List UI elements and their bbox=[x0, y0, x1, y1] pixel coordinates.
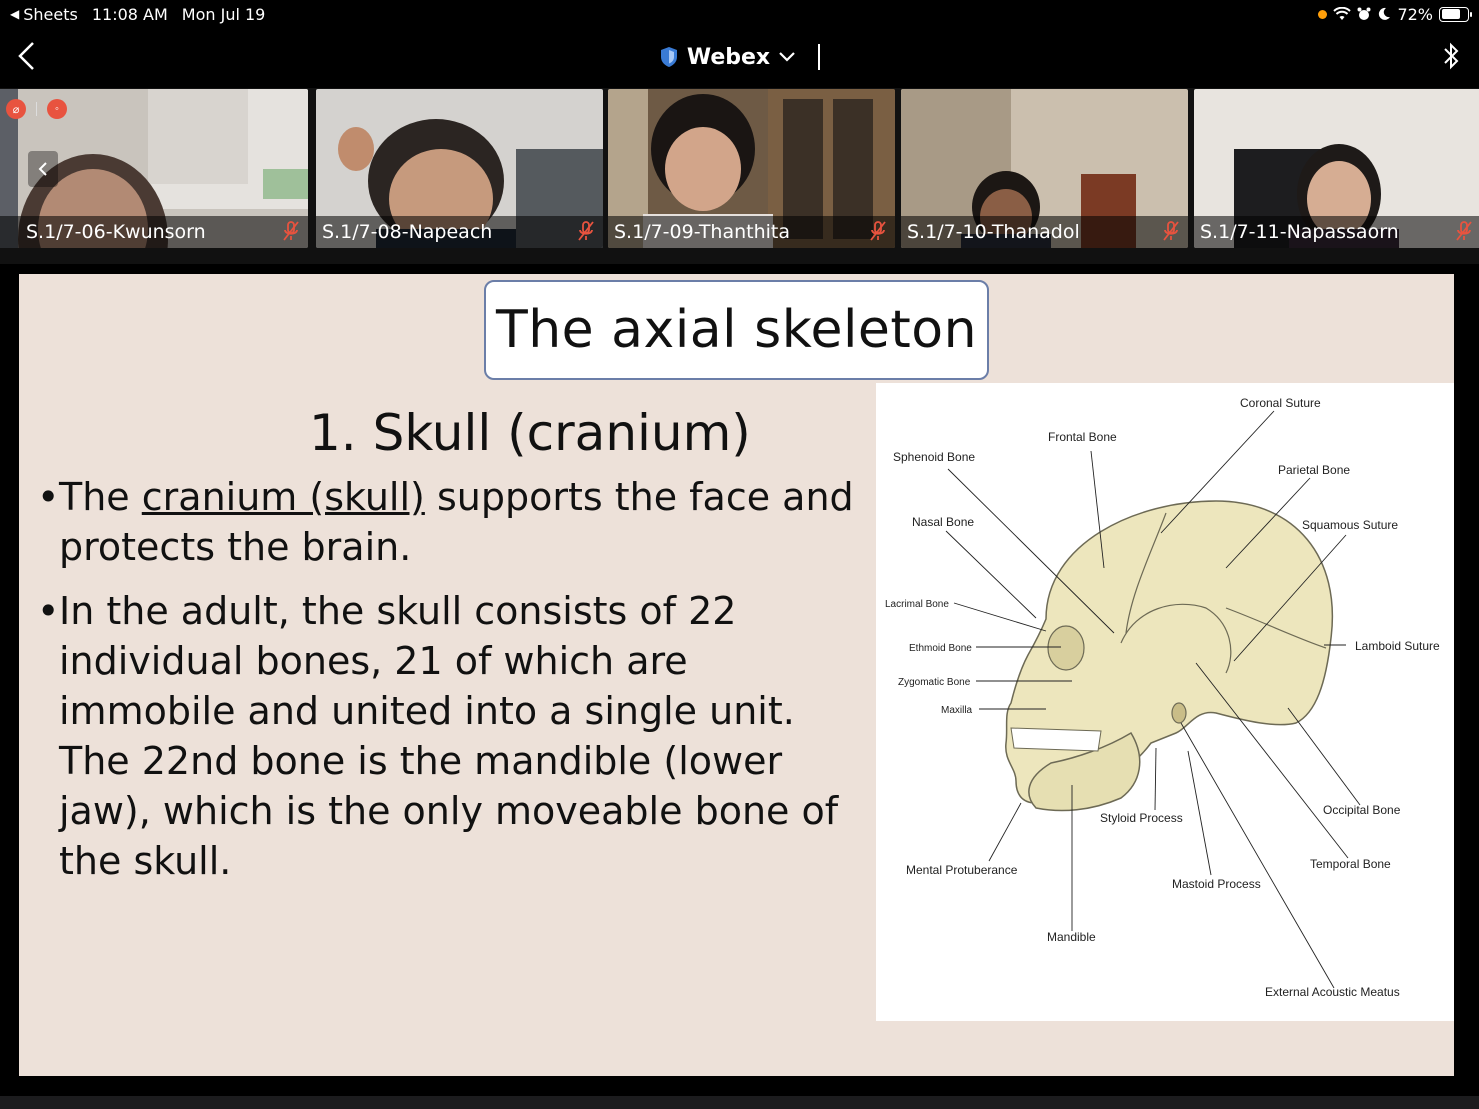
bullet-text: The bbox=[59, 475, 142, 519]
bullet-list: The cranium (skull) supports the face an… bbox=[37, 472, 867, 900]
participant-tile[interactable]: S.1/7-10-Thanadol bbox=[901, 89, 1188, 248]
diagram-label: Ethmoid Bone bbox=[909, 643, 972, 654]
participant-strip: ⌀ ◦ S.1/7-06-Kwunsorn S.1/7-08-Napeach S… bbox=[0, 88, 1479, 264]
header-divider bbox=[818, 44, 821, 70]
diagram-label: Frontal Bone bbox=[1048, 430, 1117, 444]
diagram-label: External Acoustic Meatus bbox=[1265, 985, 1400, 999]
mic-muted-icon bbox=[578, 221, 594, 241]
shield-icon bbox=[660, 47, 677, 67]
chevron-left-icon bbox=[38, 162, 47, 176]
participant-name: S.1/7-10-Thanadol bbox=[907, 221, 1080, 243]
back-to-app-link[interactable]: ◀ Sheets bbox=[10, 5, 78, 24]
back-app-label: Sheets bbox=[23, 4, 78, 24]
bullet-item: In the adult, the skull consists of 22 i… bbox=[37, 586, 867, 886]
section-heading: 1. Skull (cranium) bbox=[309, 404, 751, 462]
underlined-term: cranium (skull) bbox=[141, 475, 425, 519]
battery-percent: 72% bbox=[1397, 4, 1433, 24]
orbit-shape bbox=[1047, 625, 1085, 671]
diagram-label: Occipital Bone bbox=[1323, 803, 1401, 817]
mic-muted-icon bbox=[283, 221, 299, 241]
mic-in-use-indicator-icon bbox=[1318, 9, 1328, 19]
participant-tile[interactable]: S.1/7-09-Thanthita bbox=[608, 89, 895, 248]
status-bar: ◀ Sheets 11:08 AM Mon Jul 19 72% bbox=[0, 0, 1479, 28]
participant-name: S.1/7-11-Napassaorn bbox=[1200, 221, 1399, 243]
bottom-toolbar-edge bbox=[0, 1096, 1479, 1109]
bluetooth-icon[interactable] bbox=[1441, 40, 1461, 72]
meeting-header: Webex bbox=[0, 28, 1479, 86]
slide-title-box: The axial skeleton bbox=[484, 280, 989, 380]
wifi-icon bbox=[1333, 7, 1352, 20]
slide-title: The axial skeleton bbox=[495, 300, 978, 360]
diagram-label: Lamboid Suture bbox=[1355, 639, 1440, 653]
diagram-label: Squamous Suture bbox=[1302, 518, 1398, 532]
meeting-title-dropdown[interactable]: Webex bbox=[659, 44, 821, 70]
bullet-text: In the adult, the skull consists of 22 i… bbox=[59, 589, 839, 883]
alarm-icon bbox=[1357, 7, 1371, 20]
diagram-label: Mental Protuberance bbox=[906, 863, 1018, 877]
teeth-shape bbox=[1010, 727, 1102, 752]
diagram-label: Sphenoid Bone bbox=[893, 450, 975, 464]
skull-illustration: Coronal Suture Frontal Bone Sphenoid Bon… bbox=[885, 396, 1440, 999]
diagram-label: Lacrimal Bone bbox=[885, 599, 949, 610]
diagram-label: Zygomatic Bone bbox=[898, 677, 971, 688]
chevron-left-icon[interactable] bbox=[14, 40, 40, 72]
diagram-label: Nasal Bone bbox=[912, 515, 974, 529]
status-date: Mon Jul 19 bbox=[181, 4, 266, 24]
participant-name: S.1/7-08-Napeach bbox=[322, 221, 493, 243]
diagram-label: Maxilla bbox=[941, 705, 973, 716]
mic-muted-badge-icon: ⌀ bbox=[6, 99, 26, 119]
diagram-label: Mandible bbox=[1047, 930, 1096, 944]
status-time: 11:08 AM bbox=[91, 4, 168, 24]
recording-badge-icon: ◦ bbox=[47, 99, 67, 119]
mic-muted-icon bbox=[1163, 221, 1179, 241]
shared-slide: The axial skeleton 1. Skull (cranium) Th… bbox=[19, 274, 1454, 1076]
diagram-label: Coronal Suture bbox=[1240, 396, 1321, 410]
app-title: Webex bbox=[686, 44, 771, 70]
moon-icon bbox=[1379, 7, 1391, 20]
participant-tile[interactable]: S.1/7-11-Napassaorn bbox=[1194, 89, 1479, 248]
ear-canal-shape bbox=[1171, 702, 1187, 724]
mic-muted-icon bbox=[870, 221, 886, 241]
skull-diagram: Coronal Suture Frontal Bone Sphenoid Bon… bbox=[876, 383, 1454, 1021]
diagram-label: Parietal Bone bbox=[1278, 463, 1350, 477]
mic-muted-icon bbox=[1456, 221, 1472, 241]
battery-icon bbox=[1439, 6, 1472, 22]
diagram-label: Temporal Bone bbox=[1310, 857, 1391, 871]
participant-tile[interactable]: ⌀ ◦ S.1/7-06-Kwunsorn bbox=[0, 89, 308, 248]
diagram-label: Styloid Process bbox=[1100, 811, 1183, 825]
scroll-left-button[interactable] bbox=[28, 151, 58, 187]
chevron-down-icon bbox=[779, 52, 795, 62]
back-triangle-icon: ◀ bbox=[10, 7, 20, 21]
participant-name: S.1/7-06-Kwunsorn bbox=[26, 221, 206, 243]
bullet-item: The cranium (skull) supports the face an… bbox=[37, 472, 867, 572]
participant-tile[interactable]: S.1/7-08-Napeach bbox=[316, 89, 603, 248]
diagram-label: Mastoid Process bbox=[1172, 877, 1261, 891]
participant-name: S.1/7-09-Thanthita bbox=[614, 221, 791, 243]
